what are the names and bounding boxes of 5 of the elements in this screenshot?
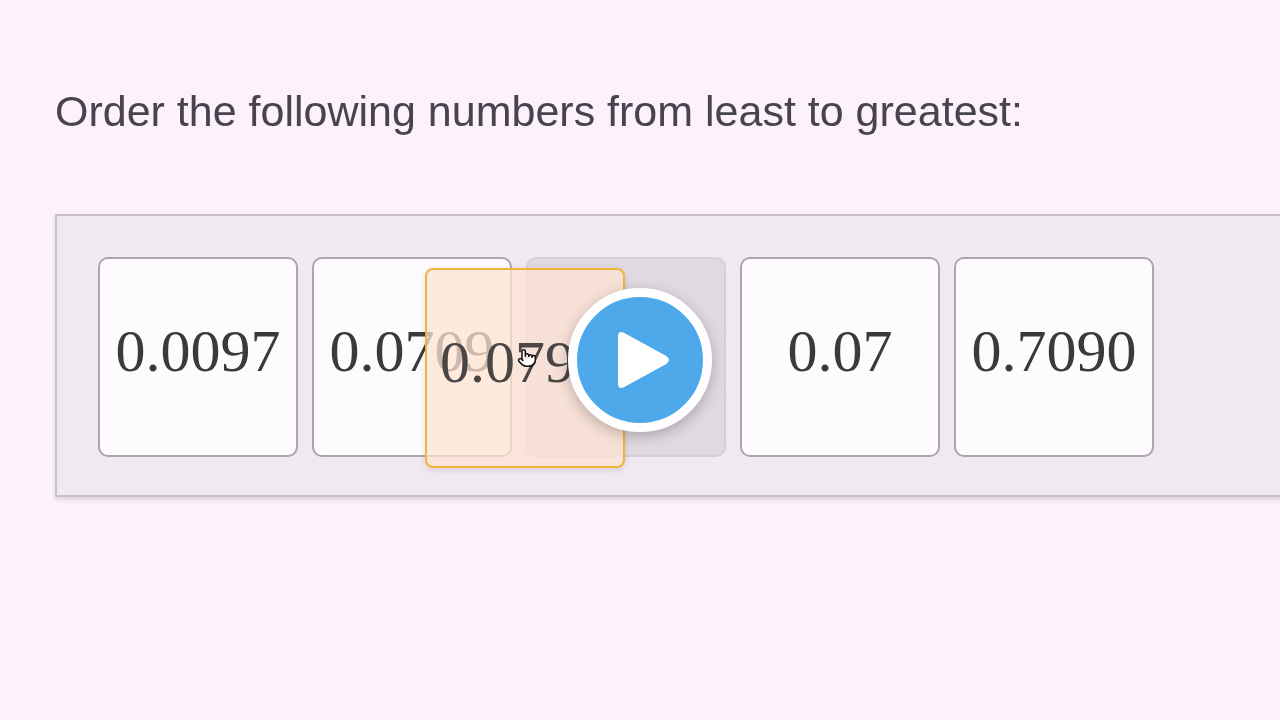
play-icon (618, 330, 670, 390)
number-card[interactable]: 0.7090 (954, 257, 1154, 457)
number-card[interactable]: 0.0097 (98, 257, 298, 457)
question-text: Order the following numbers from least to greatest: (55, 86, 1023, 136)
number-card[interactable]: 0.07 (740, 257, 940, 457)
